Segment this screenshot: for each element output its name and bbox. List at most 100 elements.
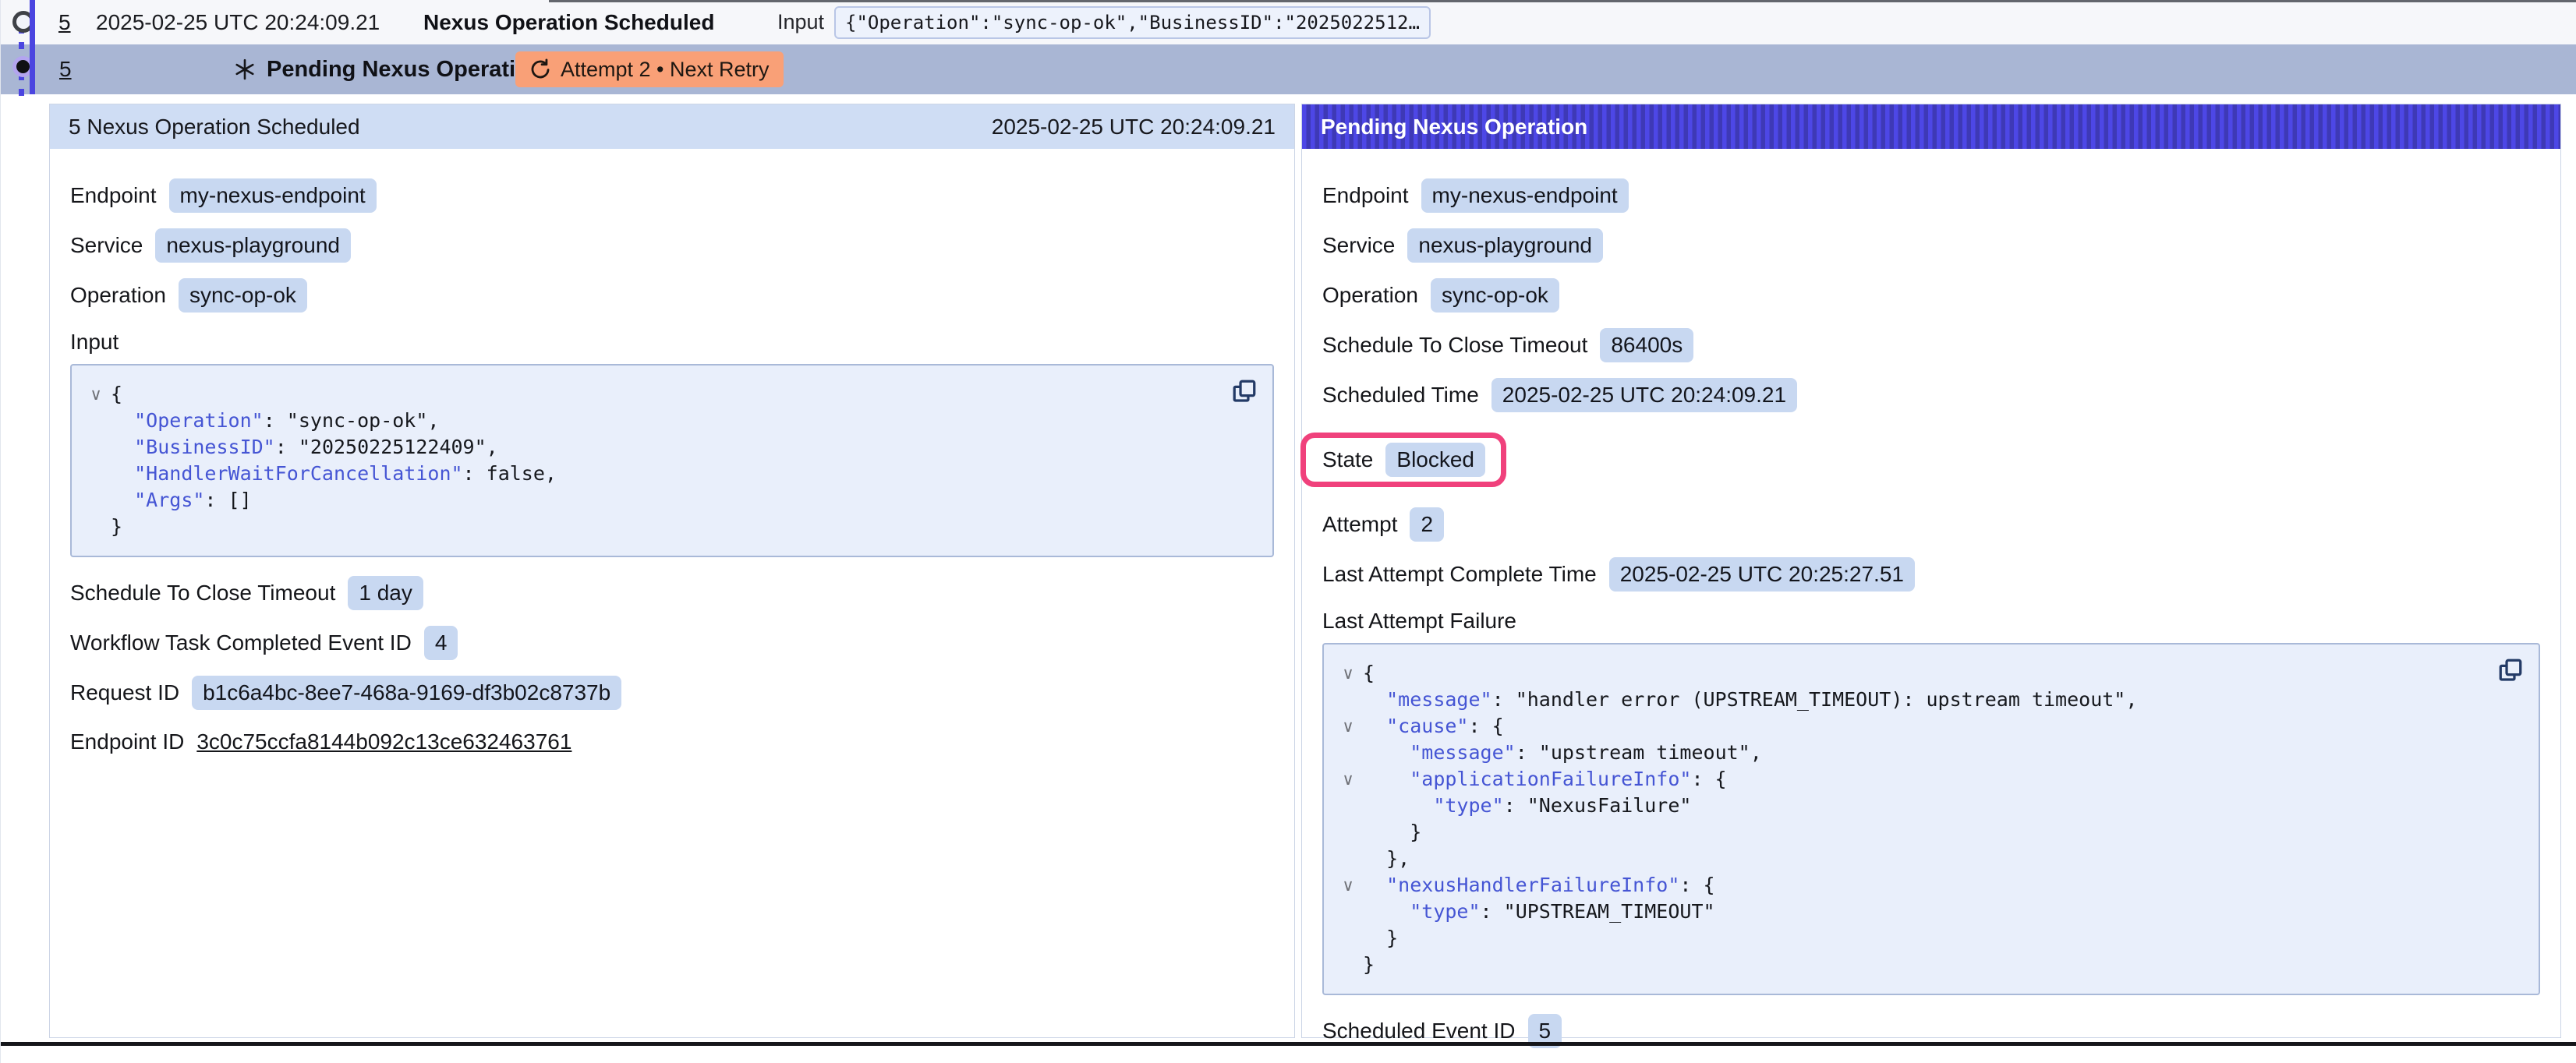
field-label: Service (70, 233, 143, 258)
field-label: Service (1322, 233, 1395, 258)
json-text: "message": "handler error (UPSTREAM_TIME… (1363, 687, 2137, 713)
event-title: Nexus Operation Scheduled (423, 0, 714, 44)
event-input-label: Input (777, 0, 824, 44)
failure-section-label: Last Attempt Failure (1322, 609, 2540, 634)
json-line: ∨ "applicationFailureInfo": { (1333, 766, 2484, 793)
field-label: Endpoint (70, 183, 157, 208)
json-line-gutter (1333, 740, 1363, 766)
field-value-chip: 2025-02-25 UTC 20:24:09.21 (1491, 378, 1797, 412)
json-line: "BusinessID": "20250225122409", (81, 434, 1218, 461)
field-label: Request ID (70, 680, 179, 705)
field-value-chip: 4 (424, 626, 458, 660)
pending-asterisk-icon (233, 44, 257, 94)
field-value-chip: sync-op-ok (1431, 278, 1559, 313)
top-divider (549, 0, 2576, 2)
field-label: Last Attempt Complete Time (1322, 562, 1597, 587)
field-label: Operation (70, 283, 166, 308)
json-line: "Operation": "sync-op-ok", (81, 408, 1218, 434)
field-value-chip: Blocked (1385, 443, 1485, 477)
panel-nexus-operation-scheduled: 5 Nexus Operation Scheduled 2025-02-25 U… (49, 104, 1295, 1038)
json-line: } (1333, 819, 2484, 846)
json-line-gutter (81, 408, 111, 434)
field-value-chip: nexus-playground (1407, 228, 1603, 263)
field-row: Endpoint my-nexus-endpoint (70, 178, 1274, 213)
field-label: Schedule To Close Timeout (1322, 333, 1587, 358)
json-text: { (111, 381, 122, 408)
pending-title: Pending Nexus Operation (267, 44, 543, 94)
timeline-selection-bar (30, 0, 35, 94)
event-id-link[interactable]: 5 (58, 0, 71, 44)
field-row: Endpoint ID 3c0c75ccfa8144b092c13ce632463… (70, 726, 1274, 758)
event-row-nexus-operation-scheduled[interactable]: 5 2025-02-25 UTC 20:24:09.21 Nexus Opera… (1, 0, 2576, 44)
json-line: }, (1333, 846, 2484, 872)
field-label: Schedule To Close Timeout (70, 581, 335, 606)
left-panel-time: 2025-02-25 UTC 20:24:09.21 (992, 115, 1276, 139)
attempt-retry-badge: Attempt 2 • Next Retry (515, 44, 784, 94)
json-text: "type": "UPSTREAM_TIMEOUT" (1363, 899, 1715, 925)
json-text: } (1363, 925, 1398, 952)
collapse-chevron-icon[interactable]: ∨ (1333, 660, 1363, 687)
json-line-gutter (1333, 687, 1363, 713)
field-value-chip: 2025-02-25 UTC 20:25:27.51 (1609, 557, 1915, 592)
json-line-gutter (81, 461, 111, 487)
field-value-chip: my-nexus-endpoint (169, 178, 377, 213)
collapse-chevron-icon[interactable]: ∨ (81, 381, 111, 408)
field-row: Service nexus-playground (70, 228, 1274, 263)
field-row: Schedule To Close Timeout 1 day (70, 576, 1274, 610)
input-section-label: Input (70, 330, 1274, 355)
collapse-chevron-icon[interactable]: ∨ (1333, 713, 1363, 740)
json-line: ∨ "cause": { (1333, 713, 2484, 740)
json-text: { (1363, 660, 1375, 687)
event-row-pending-nexus-operation[interactable]: 5 Pending Nexus Operation Attempt 2 • Ne… (1, 44, 2576, 94)
field-row: StateBlocked (1322, 443, 1485, 477)
json-text: "BusinessID": "20250225122409", (111, 434, 498, 461)
field-label: Scheduled Time (1322, 383, 1479, 408)
json-text: } (1363, 952, 1375, 978)
event-timestamp: 2025-02-25 UTC 20:24:09.21 (96, 0, 380, 44)
field-label: Operation (1322, 283, 1418, 308)
field-row: Service nexus-playground (1322, 228, 2540, 263)
field-value-link[interactable]: 3c0c75ccfa8144b092c13ce632463761 (196, 729, 571, 754)
field-value-chip: 86400s (1600, 328, 1693, 362)
copy-icon[interactable] (2495, 655, 2526, 687)
copy-icon[interactable] (1229, 376, 1260, 408)
bottom-divider (1, 1042, 2576, 1046)
json-line-gutter (1333, 793, 1363, 819)
json-line: "message": "handler error (UPSTREAM_TIME… (1333, 687, 2484, 713)
right-panel-header: Pending Nexus Operation (1302, 104, 2560, 149)
field-label: Workflow Task Completed Event ID (70, 630, 412, 655)
json-line: } (1333, 952, 2484, 978)
json-line: "HandlerWaitForCancellation": false, (81, 461, 1218, 487)
workflow-history-view: 5 2025-02-25 UTC 20:24:09.21 Nexus Opera… (0, 0, 2576, 1063)
field-value-chip: 1 day (348, 576, 423, 610)
field-row: Operation sync-op-ok (1322, 278, 2540, 313)
right-panel-title: Pending Nexus Operation (1321, 115, 1587, 139)
json-text: "nexusHandlerFailureInfo": { (1363, 872, 1715, 899)
field-row: Endpointmy-nexus-endpoint (1322, 178, 2540, 213)
field-label: Endpoint (1322, 183, 1409, 208)
collapse-chevron-icon[interactable]: ∨ (1333, 766, 1363, 793)
json-text: "message": "upstream timeout", (1363, 740, 1762, 766)
pending-id-link[interactable]: 5 (59, 44, 72, 94)
left-panel-title: 5 Nexus Operation Scheduled (69, 115, 360, 139)
json-line: "type": "UPSTREAM_TIMEOUT" (1333, 899, 2484, 925)
json-line: } (1333, 925, 2484, 952)
panel-pending-nexus-operation: Pending Nexus Operation Endpointmy-nexus… (1301, 104, 2561, 1038)
collapse-chevron-icon[interactable]: ∨ (1333, 872, 1363, 899)
json-line: ∨{ (81, 381, 1218, 408)
json-line: ∨ "nexusHandlerFailureInfo": { (1333, 872, 2484, 899)
json-text: } (111, 514, 122, 540)
json-text: "cause": { (1363, 713, 1504, 740)
json-line-gutter (81, 487, 111, 514)
pink-highlight-box: StateBlocked (1300, 433, 1506, 487)
json-text: "Args": [] (111, 487, 252, 514)
field-row: Workflow Task Completed Event ID 4 (70, 626, 1274, 660)
field-value-chip: nexus-playground (155, 228, 351, 263)
event-input-preview-chip: {"Operation":"sync-op-ok","BusinessID":"… (834, 0, 1431, 44)
field-value-chip: sync-op-ok (179, 278, 307, 313)
json-text: "Operation": "sync-op-ok", (111, 408, 439, 434)
field-row: Attempt2 (1322, 507, 2540, 542)
json-text: "applicationFailureInfo": { (1363, 766, 1727, 793)
field-label: Endpoint ID (70, 729, 184, 754)
json-line-gutter (81, 434, 111, 461)
